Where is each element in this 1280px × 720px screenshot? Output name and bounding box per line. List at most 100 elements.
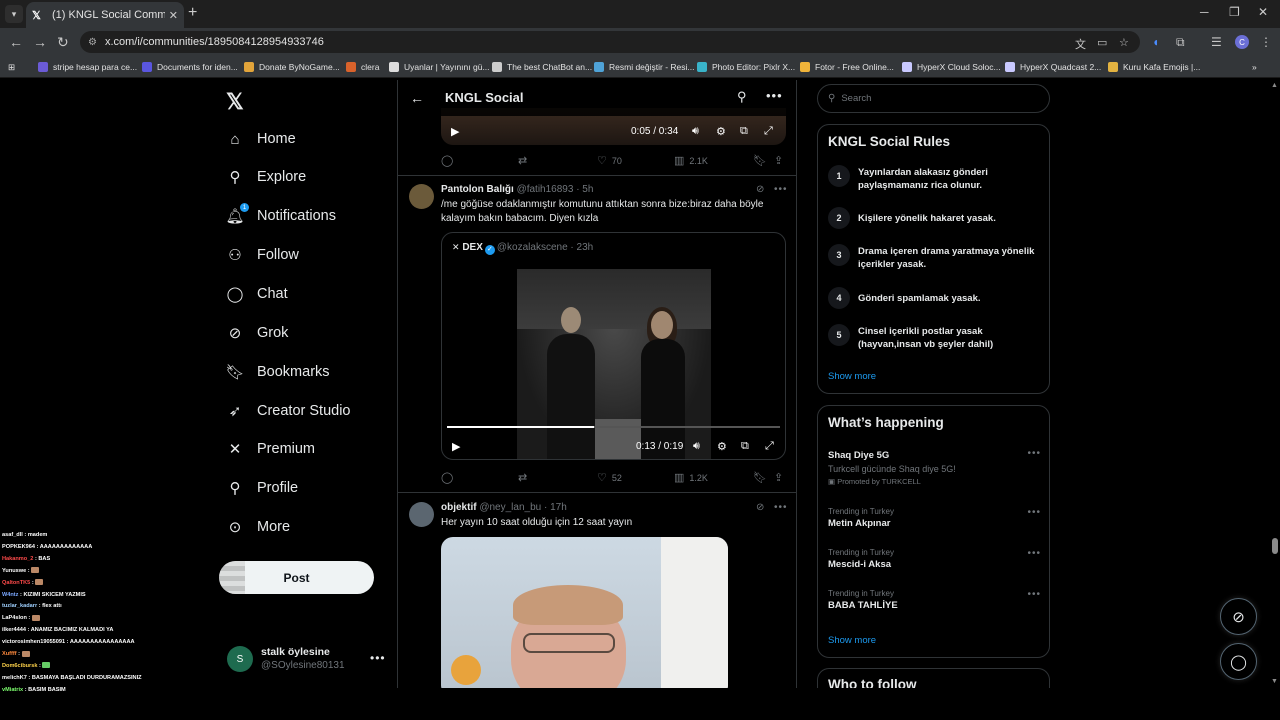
nav-explore[interactable]: ⚲ Explore <box>226 162 307 192</box>
like-button[interactable]: ♡ 52 <box>597 471 622 484</box>
grok-fab-button[interactable]: ⊘ <box>1220 598 1257 635</box>
settings-gear-icon[interactable]: ⚙ <box>717 440 727 453</box>
reading-list-icon[interactable]: ☰ <box>1211 35 1222 49</box>
video-thumbnail[interactable] <box>517 269 711 459</box>
translate-icon[interactable]: 文 <box>1075 36 1086 52</box>
more-bookmarks-icon[interactable]: » <box>1252 62 1257 72</box>
tweet[interactable]: objektif @ney_lan_bu · 17h ⊘ ••• Her yay… <box>398 492 796 688</box>
grok-icon[interactable]: ⊘ <box>756 184 764 195</box>
nav-follow[interactable]: ⚇ Follow <box>226 240 299 270</box>
nav-profile[interactable]: ⚲ Profile <box>226 473 299 503</box>
nav-notifications[interactable]: 🔔︎ 1 Notifications <box>225 201 336 231</box>
nav-premium[interactable]: ✕ Premium <box>226 434 315 464</box>
like-button[interactable]: ♡ 70 <box>597 154 622 167</box>
tweet-author[interactable]: objektif @ney_lan_bu · 17h <box>441 502 567 513</box>
reload-icon[interactable]: ↻ <box>57 34 69 50</box>
account-switcher[interactable]: S stalk öylesine @SOylesine80131 ••• <box>227 645 392 675</box>
views-button[interactable]: ▥ 1.2K <box>674 471 708 484</box>
more-dots-icon[interactable]: ••• <box>1027 589 1041 600</box>
happening-show-more-link[interactable]: Show more <box>828 635 876 646</box>
bookmark-4[interactable]: clera <box>346 62 379 72</box>
nav-creator-studio[interactable]: ➶ Creator Studio <box>226 396 351 426</box>
bookmark-9[interactable]: Fotor - Free Online... <box>800 62 894 72</box>
more-dots-icon[interactable]: ••• <box>774 184 788 195</box>
share-button[interactable]: ⇪ <box>774 471 788 484</box>
browser-tab[interactable]: 𝕏 (1) KNGL Social Community / X ✕ <box>26 2 184 28</box>
pip-icon[interactable]: ⧉ <box>740 125 748 138</box>
more-dots-icon[interactable]: ••• <box>766 88 783 103</box>
share-button[interactable]: ⇪ <box>774 154 788 167</box>
tweet-photo[interactable] <box>441 537 728 688</box>
search-input[interactable]: ⚲ Search <box>817 84 1050 113</box>
tab-search-button[interactable]: ▾ <box>5 5 23 23</box>
nav-grok[interactable]: ⊘ Grok <box>226 318 289 348</box>
bookmark-1[interactable]: stripe hesap para ce... <box>38 62 137 72</box>
cast-icon[interactable]: ▭ <box>1097 36 1107 49</box>
page-scrollbar[interactable]: ▲ ▼ <box>1270 80 1280 688</box>
nav-more[interactable]: ⊙ More <box>226 512 290 542</box>
reply-button[interactable]: ◯ <box>441 154 458 167</box>
volume-icon[interactable]: 🔊︎ <box>692 125 699 138</box>
x-logo-icon[interactable]: 𝕏 <box>226 89 244 115</box>
avatar[interactable] <box>409 184 434 209</box>
maximize-button[interactable]: ❐ <box>1229 5 1240 19</box>
close-window-button[interactable]: ✕ <box>1258 5 1268 19</box>
bookmark-12[interactable]: Kuru Kafa Emojis |... <box>1108 62 1200 72</box>
search-icon[interactable]: ⚲ <box>737 89 747 105</box>
minimize-button[interactable]: ─ <box>1200 5 1209 19</box>
tweet-author[interactable]: Pantolon Balığı @fatih16893 · 5h <box>441 184 593 195</box>
bookmark-11[interactable]: HyperX Quadcast 2... <box>1005 62 1101 72</box>
views-button[interactable]: ▥ 2.1K <box>674 154 708 167</box>
video-progress-bar[interactable] <box>447 426 780 428</box>
address-bar[interactable]: ⚙ x.com/i/communities/189508412895493374… <box>80 31 1140 53</box>
play-icon[interactable]: ▶ <box>452 440 460 453</box>
more-dots-icon[interactable]: ••• <box>1027 448 1041 459</box>
trend-item[interactable]: Shaq Diye 5G Turkcell gücünde Shaq diye … <box>828 448 1041 486</box>
fullscreen-icon[interactable]: ⤢ <box>765 440 774 453</box>
bookmark-2[interactable]: Documents for iden... <box>142 62 238 72</box>
avatar[interactable] <box>409 502 434 527</box>
bookmark-3[interactable]: Donate ByNoGame... <box>244 62 340 72</box>
more-dots-icon[interactable]: ••• <box>1027 548 1041 559</box>
bookmark-6[interactable]: The best ChatBot an... <box>492 62 592 72</box>
nav-bookmarks[interactable]: 🔖︎ Bookmarks <box>225 357 329 387</box>
apps-grid-icon[interactable]: ⊞ <box>8 62 15 73</box>
more-dots-icon[interactable]: ••• <box>370 651 386 665</box>
trend-item[interactable]: Trending in Turkey Mescid-i Aksa ••• <box>828 548 1041 570</box>
retweet-button[interactable]: ⇄ <box>518 471 532 484</box>
settings-gear-icon[interactable]: ⚙ <box>716 125 726 138</box>
bookmark-5[interactable]: Uyanlar | Yayınını gü... <box>389 62 490 72</box>
more-dots-icon[interactable]: ••• <box>774 502 788 513</box>
bookmark-10[interactable]: HyperX Cloud Soloc... <box>902 62 1001 72</box>
extension-icon[interactable]: ◖ <box>1152 35 1159 49</box>
forward-arrow-icon[interactable]: → <box>33 34 47 50</box>
nav-home[interactable]: ⌂ Home <box>226 124 295 154</box>
bookmark-8[interactable]: Photo Editor: Pixlr X... <box>697 62 795 72</box>
bookmark-7[interactable]: Resmi değiştir - Resi... <box>594 62 695 72</box>
grok-icon[interactable]: ⊘ <box>756 502 764 513</box>
rules-show-more-link[interactable]: Show more <box>828 371 876 382</box>
play-icon[interactable]: ▶ <box>451 125 459 138</box>
scrollbar-thumb[interactable] <box>1272 538 1278 554</box>
messages-fab-button[interactable]: ◯ <box>1220 643 1257 680</box>
close-tab-icon[interactable]: ✕ <box>169 9 178 22</box>
more-dots-icon[interactable]: ••• <box>1027 507 1041 518</box>
reply-button[interactable]: ◯ <box>441 471 458 484</box>
profile-avatar[interactable]: C <box>1235 35 1249 49</box>
site-info-icon[interactable]: ⚙ <box>88 37 97 48</box>
back-arrow-icon[interactable]: ← <box>9 34 23 50</box>
bookmark-button[interactable]: 🔖︎ <box>753 154 772 167</box>
browser-menu-icon[interactable]: ⋮ <box>1260 35 1272 49</box>
trend-item[interactable]: Trending in Turkey Metin Akpınar ••• <box>828 507 1041 529</box>
retweet-button[interactable]: ⇄ <box>518 154 532 167</box>
back-arrow-icon[interactable]: ← <box>410 90 424 106</box>
nav-chat[interactable]: ◯ Chat <box>226 279 288 309</box>
bookmark-star-icon[interactable]: ☆ <box>1119 36 1129 49</box>
post-button[interactable]: Post <box>219 561 374 594</box>
fullscreen-icon[interactable]: ⤢ <box>764 125 773 138</box>
trend-item[interactable]: Trending in Turkey BABA TAHLİYE ••• <box>828 589 1041 611</box>
new-tab-button[interactable]: + <box>188 5 197 21</box>
volume-icon[interactable]: 🔊︎ <box>693 440 700 453</box>
quoted-tweet[interactable]: ✕ DEX ✓ @kozalakscene · 23h ▶ 0:13 / 0:19 … <box>441 232 786 460</box>
extensions-puzzle-icon[interactable]: ⧉ <box>1176 35 1185 50</box>
